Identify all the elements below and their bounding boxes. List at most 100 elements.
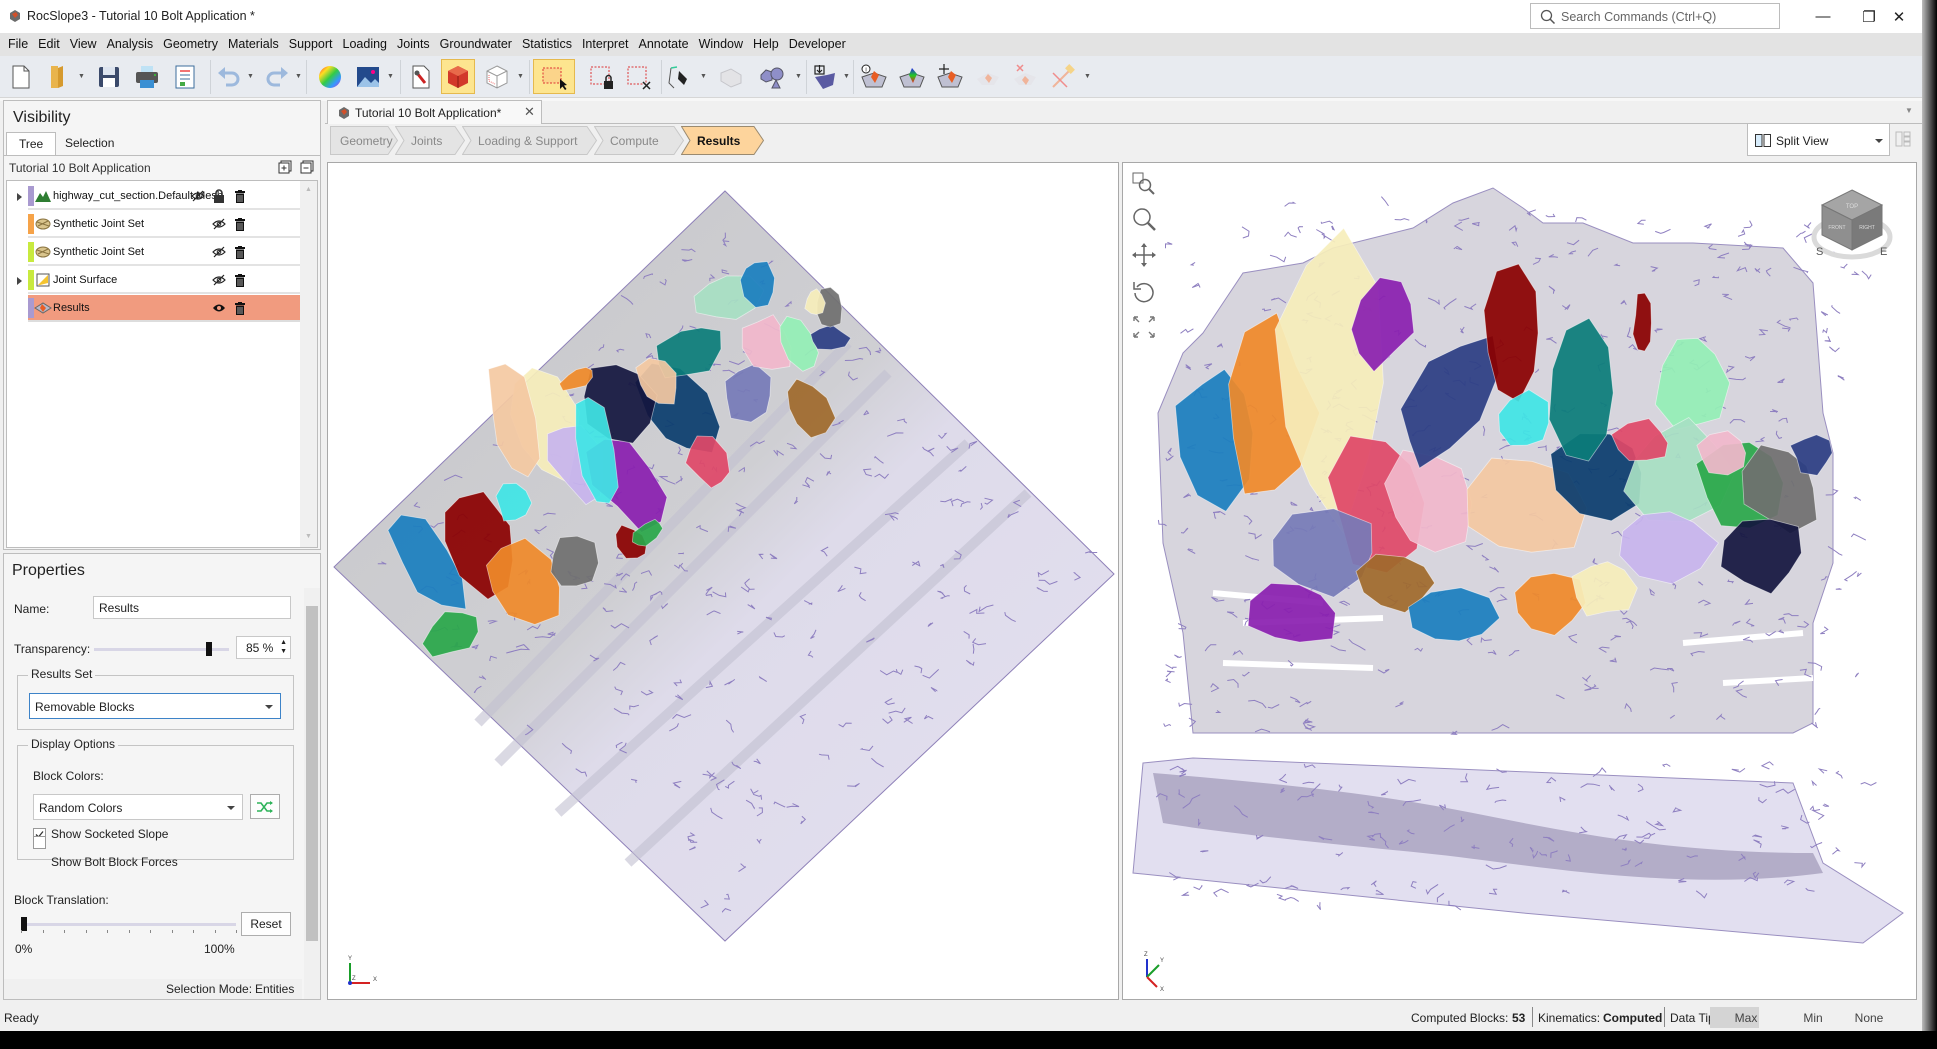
solid-block-view-button[interactable] — [441, 59, 475, 94]
tab-selection[interactable]: Selection — [53, 132, 126, 155]
menu-support[interactable]: Support — [285, 33, 339, 56]
new-file-button[interactable] — [4, 59, 38, 94]
scroll-down-arrow[interactable]: ▼ — [305, 533, 312, 540]
open-button[interactable] — [42, 59, 76, 94]
expand-arrow-icon[interactable] — [17, 193, 22, 201]
block-colors-dropdown[interactable]: Random Colors — [33, 794, 243, 820]
randomize-colors-button[interactable] — [250, 794, 280, 819]
minimize-button[interactable]: — — [1800, 0, 1846, 33]
results-set-dropdown[interactable]: Removable Blocks — [29, 693, 281, 719]
undo-dropdown-arrow[interactable]: ▼ — [247, 73, 255, 81]
data-tips-min-button[interactable]: Min — [1803, 1011, 1822, 1025]
wireframe-block-view-button[interactable] — [480, 59, 514, 94]
tree-item[interactable]: Joint Surface — [28, 267, 301, 294]
workflow-step-joints[interactable]: Joints — [395, 126, 465, 155]
redo-dropdown-arrow[interactable]: ▼ — [295, 73, 303, 81]
background-image-button[interactable] — [351, 59, 385, 94]
expand-arrow-icon[interactable] — [17, 277, 22, 285]
viewport-plan[interactable]: Y Z X — [327, 162, 1119, 1000]
lock-select-button[interactable] — [585, 59, 619, 94]
block-delete-button[interactable] — [1008, 59, 1042, 94]
clear-select-button[interactable] — [622, 59, 656, 94]
eye-hidden-icon[interactable] — [211, 216, 227, 232]
eye-hidden-icon[interactable] — [211, 244, 227, 260]
overflow-dropdown-icon[interactable]: ▼ — [1905, 106, 1913, 115]
menu-file[interactable]: File — [4, 33, 34, 56]
color-wheel-button[interactable] — [313, 59, 347, 94]
block-hide-button[interactable] — [971, 59, 1005, 94]
eye-hidden-icon[interactable] — [211, 272, 227, 288]
tree-item[interactable]: Synthetic Joint Set — [28, 211, 301, 238]
workflow-step-geometry[interactable]: Geometry — [330, 126, 398, 155]
trash-icon[interactable] — [232, 272, 248, 288]
properties-scrollbar-thumb[interactable] — [306, 606, 318, 941]
show-bolt-forces-checkbox[interactable] — [33, 836, 46, 849]
plan-view-canvas[interactable] — [328, 163, 1119, 1000]
3d-view-canvas[interactable] — [1123, 163, 1917, 1000]
block-info-button[interactable]: i — [857, 59, 891, 94]
menu-window[interactable]: Window — [695, 33, 749, 56]
import-dropdown-arrow[interactable]: ▼ — [843, 73, 851, 81]
menu-help[interactable]: Help — [749, 33, 785, 56]
transparency-spinbox[interactable]: 85 % ▲ ▼ — [236, 636, 291, 659]
tree-item[interactable]: Synthetic Joint Set — [28, 239, 301, 266]
zoom-extents-icon[interactable] — [1131, 314, 1157, 340]
eye-icon[interactable] — [211, 300, 227, 316]
background-dropdown-arrow[interactable]: ▼ — [387, 73, 395, 81]
block-move-button[interactable] — [933, 59, 967, 94]
polyline-pen-button[interactable] — [663, 59, 697, 94]
eye-hidden-icon[interactable] — [190, 188, 206, 204]
block-translation-slider-thumb[interactable] — [21, 917, 27, 931]
view-dropdown-arrow[interactable]: ▼ — [517, 73, 525, 81]
close-button[interactable]: ✕ — [1876, 0, 1922, 33]
rotate-icon[interactable] — [1131, 279, 1157, 305]
report-button[interactable] — [168, 59, 202, 94]
search-commands-input[interactable]: Search Commands (Ctrl+Q) — [1530, 3, 1780, 29]
spin-arrows-icon[interactable]: ▲ ▼ — [280, 638, 287, 656]
workflow-step-compute[interactable]: Compute — [594, 126, 684, 155]
menu-edit[interactable]: Edit — [34, 33, 66, 56]
block-translation-slider[interactable] — [21, 923, 236, 926]
collapse-all-icon[interactable] — [300, 160, 314, 174]
properties-button[interactable] — [404, 59, 438, 94]
zoom-window-icon[interactable] — [1131, 171, 1157, 197]
show-socketed-slope-label[interactable]: Show Socketed Slope — [51, 827, 168, 841]
print-button[interactable] — [130, 59, 164, 94]
close-tab-icon[interactable]: ✕ — [524, 104, 535, 120]
surface-button[interactable] — [714, 59, 748, 94]
workflow-step-results[interactable]: Results — [681, 126, 764, 155]
layout-options-icon[interactable] — [1893, 129, 1913, 149]
show-bolt-forces-label[interactable]: Show Bolt Block Forces — [51, 855, 178, 869]
trash-icon[interactable] — [232, 244, 248, 260]
tree-item[interactable]: Results — [28, 295, 301, 322]
name-input[interactable]: Results — [93, 596, 291, 619]
import-surface-button[interactable] — [808, 59, 842, 94]
boolean-button[interactable] — [755, 59, 789, 94]
undo-button[interactable] — [212, 59, 246, 94]
zoom-icon[interactable] — [1131, 206, 1157, 232]
pen-dropdown-arrow[interactable]: ▼ — [700, 73, 708, 81]
trash-icon[interactable] — [232, 216, 248, 232]
menu-groundwater[interactable]: Groundwater — [436, 33, 518, 56]
menu-geometry[interactable]: Geometry — [159, 33, 224, 56]
expand-all-icon[interactable] — [278, 160, 292, 174]
document-tab[interactable]: Tutorial 10 Bolt Application* ✕ — [327, 100, 542, 124]
pan-icon[interactable] — [1131, 242, 1157, 268]
trash-icon[interactable] — [232, 188, 248, 204]
redo-button[interactable] — [260, 59, 294, 94]
menu-developer[interactable]: Developer — [785, 33, 852, 56]
bolt-dropdown-arrow[interactable]: ▼ — [1084, 73, 1092, 81]
trash-icon[interactable] — [232, 300, 248, 316]
lock-icon[interactable] — [211, 188, 227, 204]
menu-annotate[interactable]: Annotate — [635, 33, 695, 56]
removable-block[interactable] — [550, 535, 599, 587]
save-button[interactable] — [92, 59, 126, 94]
menu-interpret[interactable]: Interpret — [578, 33, 635, 56]
reset-button[interactable]: Reset — [241, 912, 291, 936]
menu-analysis[interactable]: Analysis — [103, 33, 160, 56]
tree-scrollbar[interactable]: ▲ ▼ — [300, 181, 317, 547]
data-tips-max-button[interactable]: Max — [1735, 1011, 1758, 1025]
bolt-button[interactable] — [1046, 59, 1080, 94]
box-select-button[interactable] — [533, 59, 575, 94]
view-mode-dropdown[interactable]: Split View — [1747, 123, 1890, 156]
